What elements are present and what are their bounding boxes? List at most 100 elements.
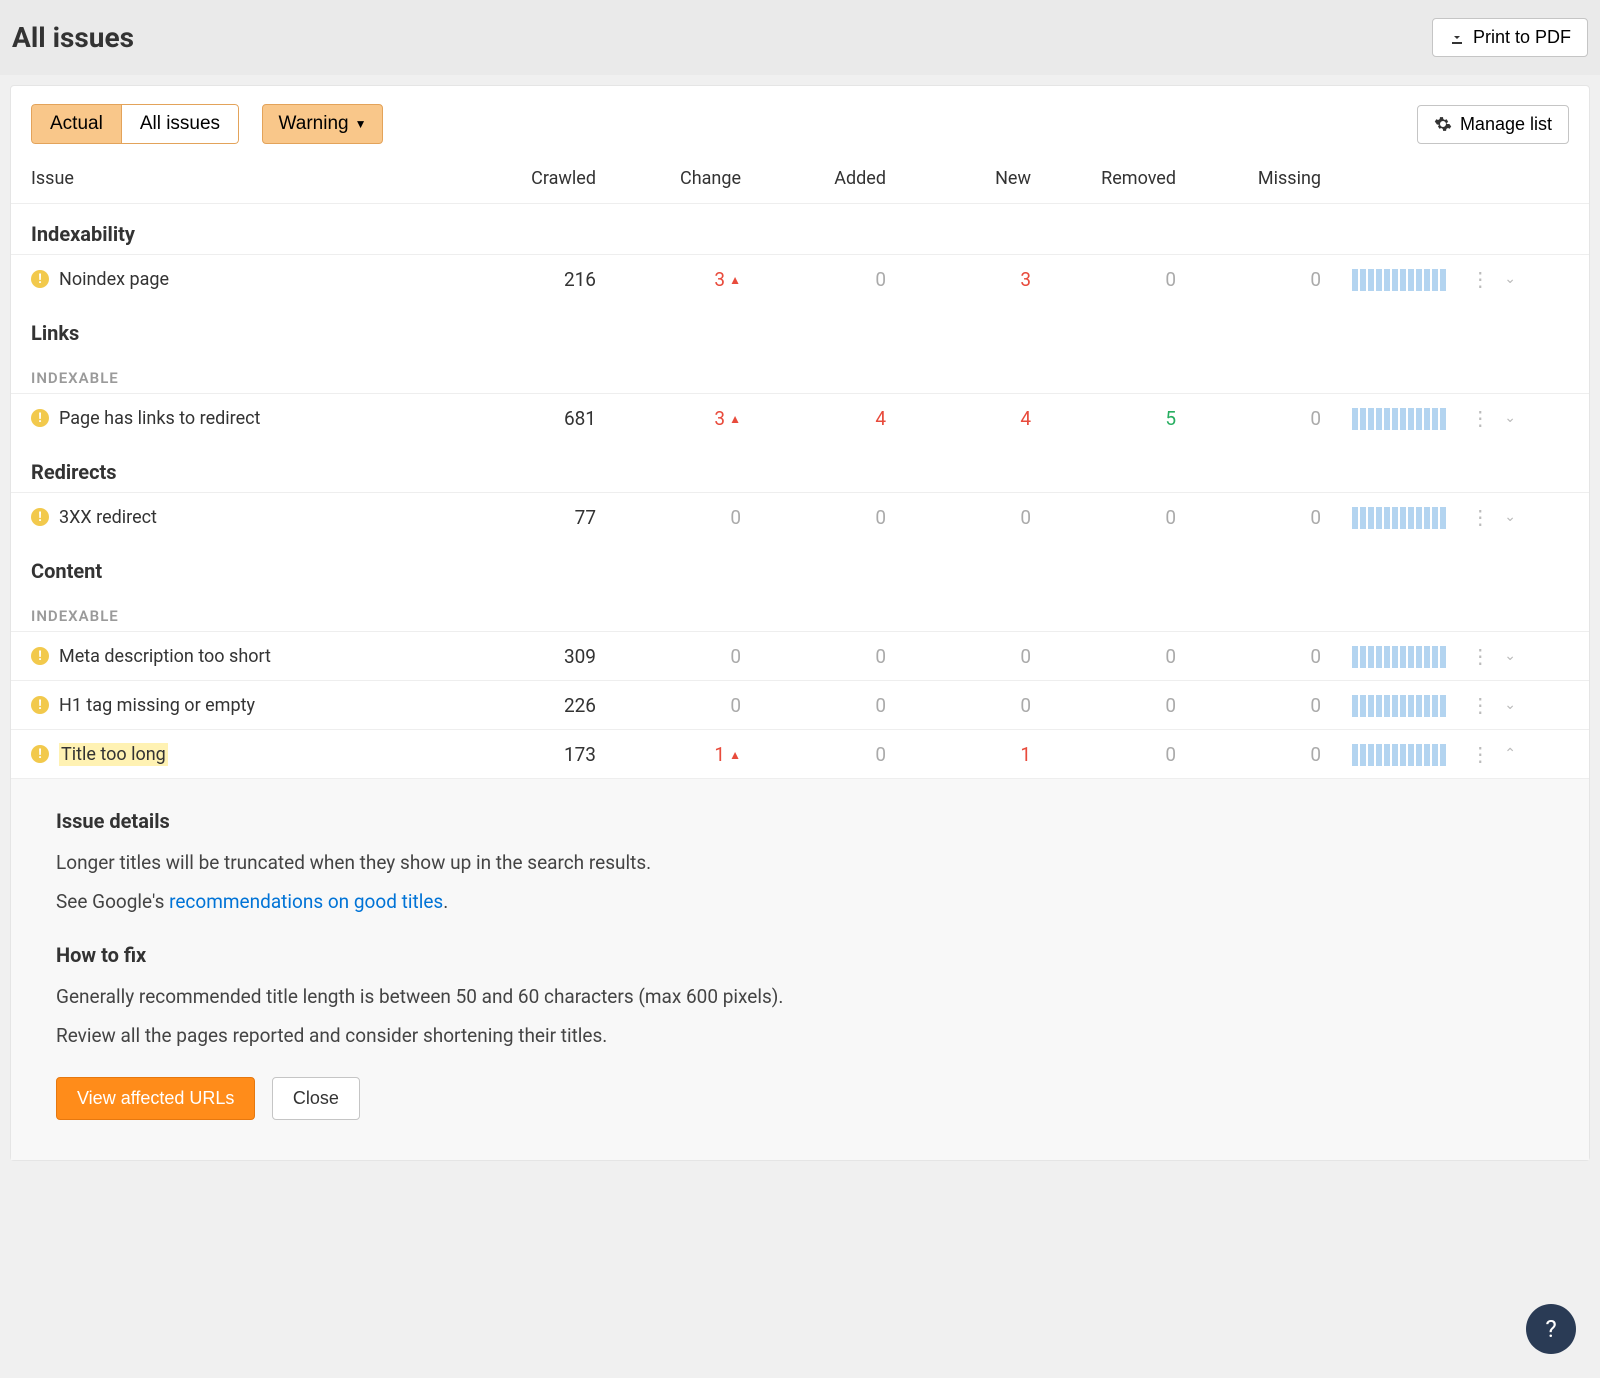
cell-crawled: 226: [471, 694, 616, 717]
close-button[interactable]: Close: [272, 1077, 360, 1120]
cell-new: 0: [906, 506, 1051, 529]
chevron-up-icon[interactable]: ⌃: [1504, 746, 1516, 762]
chevron-down-icon[interactable]: ⌄: [1504, 271, 1516, 287]
cell-added: 0: [761, 268, 906, 291]
severity-filter-dropdown[interactable]: Warning ▼: [262, 104, 384, 144]
section-indexability: Indexability: [11, 204, 1589, 254]
cell-missing: 0: [1196, 743, 1341, 766]
cell-change: 0: [616, 506, 761, 529]
warning-icon: !: [31, 745, 49, 763]
chevron-down-icon[interactable]: ⌄: [1504, 410, 1516, 426]
chevron-down-icon[interactable]: ⌄: [1504, 509, 1516, 525]
how-to-fix-title: How to fix: [56, 943, 1544, 967]
table-header: Issue Crawled Change Added New Removed M…: [11, 154, 1589, 204]
cell-added: 4: [761, 407, 906, 430]
cell-removed: 5: [1051, 407, 1196, 430]
cell-missing: 0: [1196, 407, 1341, 430]
row-noindex-page[interactable]: ! Noindex page 216 3▲ 0 3 0 0 ⋮ ⌄: [11, 254, 1589, 303]
col-removed: Removed: [1051, 168, 1196, 189]
more-icon[interactable]: ⋮: [1470, 693, 1490, 717]
row-3xx-redirect[interactable]: ! 3XX redirect 77 0 0 0 0 0 ⋮ ⌄: [11, 492, 1589, 541]
issue-name-label: Page has links to redirect: [59, 408, 260, 429]
sparkline: [1341, 693, 1446, 717]
col-crawled: Crawled: [471, 168, 616, 189]
toolbar: Actual All issues Warning ▼ Manage list: [11, 86, 1589, 154]
tab-actual[interactable]: Actual: [31, 104, 122, 144]
row-page-links-redirect[interactable]: ! Page has links to redirect 681 3▲ 4 4 …: [11, 393, 1589, 442]
issue-name-label: Title too long: [59, 743, 168, 766]
cell-crawled: 681: [471, 407, 616, 430]
sparkline: [1341, 644, 1446, 668]
cell-change: 0: [616, 645, 761, 668]
cell-removed: 0: [1051, 268, 1196, 291]
row-title-too-long[interactable]: ! Title too long 173 1▲ 0 1 0 0 ⋮ ⌃: [11, 729, 1589, 778]
col-change: Change: [616, 168, 761, 189]
sparkline: [1341, 267, 1446, 291]
col-issue: Issue: [31, 168, 471, 189]
cell-added: 0: [761, 743, 906, 766]
section-links: Links: [11, 303, 1589, 353]
cell-change: 3▲: [616, 268, 761, 291]
chevron-down-icon[interactable]: ⌄: [1504, 648, 1516, 664]
cell-crawled: 173: [471, 743, 616, 766]
cell-new: 3: [906, 268, 1051, 291]
cell-removed: 0: [1051, 694, 1196, 717]
manage-list-button[interactable]: Manage list: [1417, 105, 1569, 144]
cell-missing: 0: [1196, 506, 1341, 529]
sparkline: [1341, 406, 1446, 430]
severity-filter-label: Warning: [279, 113, 349, 135]
section-redirects: Redirects: [11, 442, 1589, 492]
col-new: New: [906, 168, 1051, 189]
issue-details-title: Issue details: [56, 809, 1544, 833]
recommendations-link[interactable]: recommendations on good titles: [169, 890, 443, 913]
chevron-down-icon[interactable]: ⌄: [1504, 697, 1516, 713]
manage-list-label: Manage list: [1460, 114, 1552, 135]
view-toggle: Actual All issues: [31, 104, 239, 144]
more-icon[interactable]: ⋮: [1470, 742, 1490, 766]
cell-removed: 0: [1051, 743, 1196, 766]
cell-removed: 0: [1051, 506, 1196, 529]
issue-name-label: H1 tag missing or empty: [59, 695, 255, 716]
trend-up-icon: ▲: [729, 412, 741, 426]
gear-icon: [1434, 115, 1452, 133]
more-icon[interactable]: ⋮: [1470, 644, 1490, 668]
cell-crawled: 216: [471, 268, 616, 291]
how-to-fix-p1: Generally recommended title length is be…: [56, 985, 1544, 1008]
col-added: Added: [761, 168, 906, 189]
issue-details-p2: See Google's recommendations on good tit…: [56, 890, 1544, 913]
sparkline: [1341, 742, 1446, 766]
question-icon: ?: [1545, 1315, 1556, 1343]
more-icon[interactable]: ⋮: [1470, 406, 1490, 430]
cell-new: 4: [906, 407, 1051, 430]
cell-added: 0: [761, 645, 906, 668]
row-h1-missing[interactable]: ! H1 tag missing or empty 226 0 0 0 0 0 …: [11, 680, 1589, 729]
cell-missing: 0: [1196, 694, 1341, 717]
trend-up-icon: ▲: [729, 748, 741, 762]
download-icon: [1449, 30, 1465, 46]
issues-card: Actual All issues Warning ▼ Manage list …: [10, 85, 1590, 1161]
cell-crawled: 77: [471, 506, 616, 529]
issue-details-p1: Longer titles will be truncated when the…: [56, 851, 1544, 874]
row-meta-description-short[interactable]: ! Meta description too short 309 0 0 0 0…: [11, 631, 1589, 680]
sparkline: [1341, 505, 1446, 529]
cell-crawled: 309: [471, 645, 616, 668]
how-to-fix-p2: Review all the pages reported and consid…: [56, 1024, 1544, 1047]
cell-new: 0: [906, 645, 1051, 668]
issue-name-label: 3XX redirect: [59, 507, 157, 528]
more-icon[interactable]: ⋮: [1470, 267, 1490, 291]
issue-name-label: Noindex page: [59, 269, 169, 290]
warning-icon: !: [31, 508, 49, 526]
cell-change: 1▲: [616, 743, 761, 766]
print-pdf-label: Print to PDF: [1473, 27, 1571, 48]
warning-icon: !: [31, 696, 49, 714]
tab-all-issues[interactable]: All issues: [122, 104, 239, 144]
section-indexable-2: INDEXABLE: [11, 591, 1589, 631]
more-icon[interactable]: ⋮: [1470, 505, 1490, 529]
help-fab-button[interactable]: ?: [1526, 1304, 1576, 1354]
view-affected-urls-button[interactable]: View affected URLs: [56, 1077, 255, 1120]
trend-up-icon: ▲: [729, 273, 741, 287]
warning-icon: !: [31, 270, 49, 288]
print-pdf-button[interactable]: Print to PDF: [1432, 18, 1588, 57]
cell-missing: 0: [1196, 268, 1341, 291]
page-title: All issues: [12, 21, 134, 54]
